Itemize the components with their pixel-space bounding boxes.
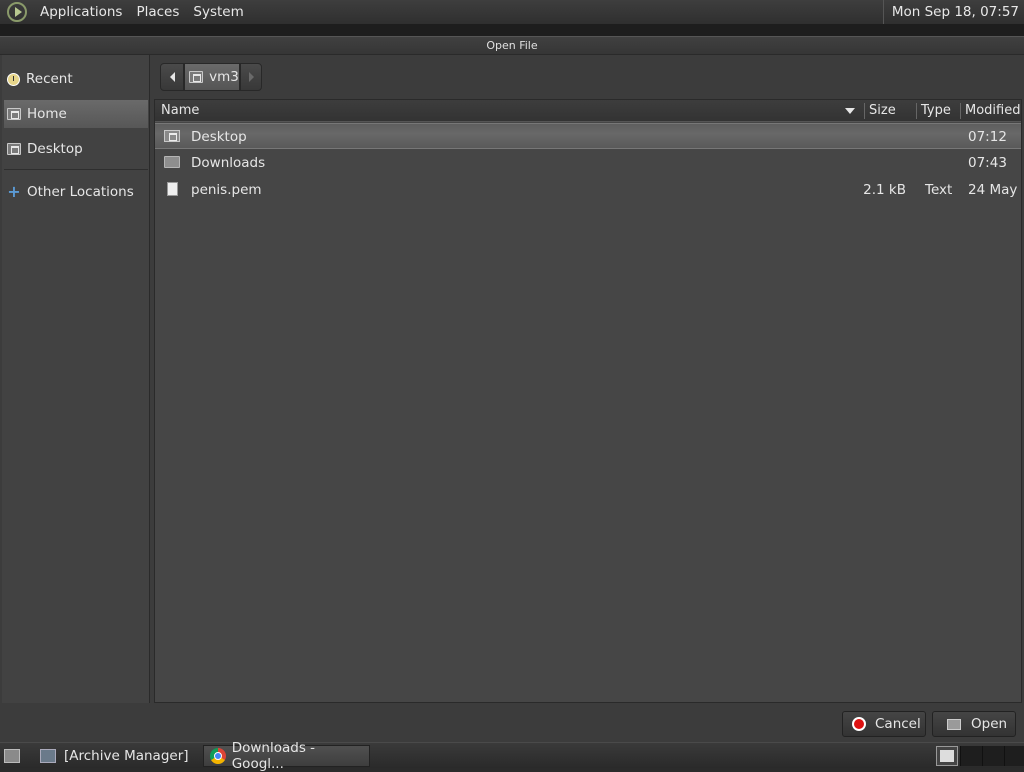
open-label: Open [971, 716, 1008, 732]
chevron-right-icon [248, 72, 254, 82]
file-row-penis-pem[interactable]: penis.pem 2.1 kB Text 24 May [155, 177, 1021, 203]
home-folder-icon [189, 71, 204, 83]
column-header-name[interactable]: Name [161, 100, 199, 122]
file-size: 2.1 kB [863, 182, 906, 198]
path-bar: vm3 [160, 61, 262, 93]
path-forward-button[interactable] [240, 63, 262, 91]
sidebar-item-desktop[interactable]: Desktop [4, 135, 148, 163]
background-window-strip [0, 24, 1024, 36]
dialog-title: Open File [0, 37, 1024, 55]
menu-logo-icon[interactable] [7, 2, 27, 22]
menu-system[interactable]: System [186, 0, 250, 24]
file-modified: 24 May [968, 182, 1018, 198]
top-panel: Applications Places System Mon Sep 18, 0… [0, 0, 1024, 24]
sidebar-item-other-locations[interactable]: + Other Locations [4, 178, 148, 206]
open-button[interactable]: Open [932, 711, 1016, 737]
open-folder-icon [947, 718, 961, 730]
chevron-left-icon [169, 72, 175, 82]
places-sidebar: Recent Home Desktop + Other Locations [2, 55, 150, 703]
desktop-folder-icon [7, 143, 21, 155]
file-list: Name Size Type Modified Desktop 07:12 Do… [154, 99, 1022, 703]
task-label: [Archive Manager] [64, 748, 189, 764]
show-desktop-icon[interactable] [4, 749, 20, 763]
file-row-desktop[interactable]: Desktop 07:12 [155, 123, 1021, 149]
column-header-size[interactable]: Size [869, 100, 896, 122]
workspace-3[interactable] [982, 746, 1004, 766]
workspace-4[interactable] [1004, 746, 1024, 766]
file-type: Text [925, 182, 953, 198]
menu-places[interactable]: Places [129, 0, 186, 24]
file-name: Desktop [191, 129, 247, 145]
clock-icon [7, 72, 20, 86]
workspace-2[interactable] [960, 746, 982, 766]
sidebar-item-label: Recent [26, 71, 73, 87]
desktop-folder-icon [164, 130, 180, 142]
task-label: Downloads - Googl... [231, 740, 316, 772]
panel-clock[interactable]: Mon Sep 18, 07:57 [882, 0, 1019, 24]
cancel-button[interactable]: Cancel [842, 711, 926, 737]
archive-manager-icon [40, 749, 56, 763]
file-modified: 07:12 [968, 129, 1007, 145]
task-archive-manager[interactable]: [Archive Manager] [32, 745, 198, 767]
path-crumb-label: vm3 [209, 69, 239, 85]
sort-descending-icon [845, 108, 855, 114]
sidebar-item-label: Home [27, 106, 67, 122]
sidebar-item-recent[interactable]: Recent [4, 65, 148, 93]
chrome-icon [210, 748, 226, 764]
column-separator [916, 103, 917, 119]
sidebar-item-home[interactable]: Home [4, 100, 148, 128]
bottom-taskbar: [Archive Manager] Downloads - Googl... [0, 740, 1024, 772]
open-file-dialog: Open File Recent Home Desktop + Other Lo… [0, 36, 1024, 742]
path-crumb-vm3[interactable]: vm3 [184, 63, 240, 91]
path-back-button[interactable] [160, 63, 184, 91]
column-header-type[interactable]: Type [921, 100, 951, 122]
file-list-header: Name Size Type Modified [155, 100, 1021, 122]
sidebar-separator [4, 169, 148, 170]
file-row-downloads[interactable]: Downloads 07:43 [155, 150, 1021, 176]
column-separator [864, 103, 865, 119]
plus-icon: + [7, 182, 21, 201]
file-name: penis.pem [191, 182, 262, 198]
sidebar-item-label: Other Locations [27, 184, 134, 200]
cancel-icon [852, 717, 866, 731]
file-icon [167, 182, 178, 196]
file-name: Downloads [191, 155, 266, 171]
column-separator [960, 103, 961, 119]
folder-icon [164, 156, 180, 168]
cancel-label: Cancel [875, 716, 921, 732]
task-chrome-downloads[interactable]: Downloads - Googl... [203, 740, 370, 772]
menu-applications[interactable]: Applications [33, 0, 129, 24]
workspace-1[interactable] [936, 746, 958, 766]
file-modified: 07:43 [968, 155, 1007, 171]
sidebar-item-label: Desktop [27, 141, 83, 157]
column-header-modified[interactable]: Modified [965, 100, 1020, 122]
home-folder-icon [7, 108, 21, 120]
